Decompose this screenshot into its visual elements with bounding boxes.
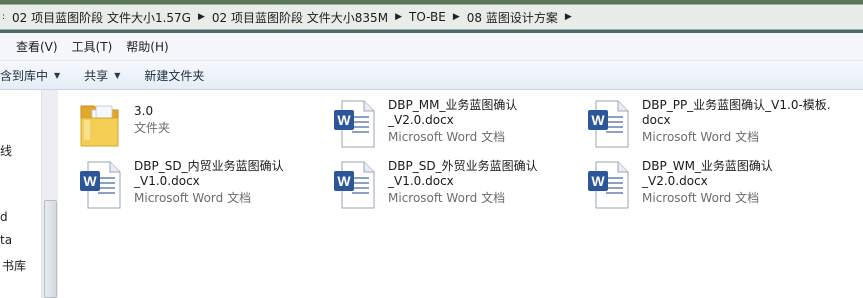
- menu-bar: 查看(V) 工具(T) 帮助(H): [0, 33, 863, 61]
- breadcrumb-item[interactable]: 02 项目蓝图阶段 文件大小1.57G: [9, 9, 194, 26]
- folder-item[interactable]: 3.0 文件夹: [78, 98, 318, 156]
- scrollbar-thumb[interactable]: [44, 200, 57, 298]
- file-item[interactable]: W DBP_MM_业务蓝图确认 _V2.0.docx Microsoft Wor…: [332, 98, 572, 156]
- nav-item[interactable]: 线: [0, 142, 12, 159]
- nav-item[interactable]: d: [0, 210, 8, 224]
- navigation-pane: 线 d ta 书库: [0, 90, 58, 298]
- chevron-right-icon[interactable]: ▶: [194, 12, 209, 22]
- share-button[interactable]: 共享 ▼: [72, 67, 132, 84]
- nav-item-library[interactable]: 书库: [2, 257, 26, 274]
- nav-item[interactable]: ta: [0, 233, 12, 247]
- file-type: Microsoft Word 文档: [642, 191, 760, 205]
- chevron-down-icon: ▼: [54, 70, 61, 80]
- breadcrumb-item[interactable]: 02 项目蓝图阶段 文件大小835M: [209, 9, 391, 26]
- file-name: DBP_WM_业务蓝图确认 _V2.0.docx: [642, 159, 773, 188]
- svg-text:W: W: [591, 173, 605, 189]
- chevron-right-icon[interactable]: ▶: [391, 12, 406, 22]
- share-label: 共享: [84, 68, 109, 83]
- file-type: 文件夹: [134, 121, 171, 135]
- include-in-library-button[interactable]: 含到库中 ▼: [0, 67, 72, 84]
- file-name: DBP_SD_内贸业务蓝图确认 _V1.0.docx: [134, 159, 284, 188]
- breadcrumb-item[interactable]: 08 蓝图设计方案: [464, 9, 561, 26]
- svg-text:W: W: [591, 112, 605, 128]
- breadcrumb-item[interactable]: TO-BE: [406, 10, 449, 24]
- folder-icon: [78, 98, 126, 150]
- file-name: DBP_MM_业务蓝图确认 _V2.0.docx: [388, 98, 518, 127]
- file-type: Microsoft Word 文档: [388, 130, 506, 144]
- word-document-icon: W: [78, 159, 126, 211]
- file-name: DBP_SD_外贸业务蓝图确认 _V1.0.docx: [388, 159, 538, 188]
- vertical-scrollbar[interactable]: [41, 90, 58, 298]
- word-document-icon: W: [586, 159, 634, 211]
- address-bar: : 02 项目蓝图阶段 文件大小1.57G ▶ 02 项目蓝图阶段 文件大小83…: [0, 0, 863, 33]
- menu-help[interactable]: 帮助(H): [119, 38, 175, 55]
- file-item[interactable]: W DBP_PP_业务蓝图确认_V1.0-模板. docx Microsoft …: [586, 98, 831, 156]
- svg-text:W: W: [83, 173, 97, 189]
- word-document-icon: W: [332, 98, 380, 150]
- word-document-icon: W: [586, 98, 634, 150]
- file-item[interactable]: W DBP_SD_外贸业务蓝图确认 _V1.0.docx Microsoft W…: [332, 159, 572, 217]
- chevron-right-icon[interactable]: ▶: [449, 12, 464, 22]
- svg-text:W: W: [337, 173, 351, 189]
- menu-view[interactable]: 查看(V): [0, 38, 65, 55]
- chevron-down-icon: ▼: [114, 70, 121, 80]
- command-toolbar: 含到库中 ▼ 共享 ▼ 新建文件夹: [0, 61, 863, 90]
- file-name: DBP_PP_业务蓝图确认_V1.0-模板. docx: [642, 98, 831, 127]
- chevron-right-icon[interactable]: :: [0, 12, 9, 22]
- new-folder-label: 新建文件夹: [144, 68, 205, 83]
- file-item[interactable]: W DBP_WM_业务蓝图确认 _V2.0.docx Microsoft Wor…: [586, 159, 826, 217]
- include-in-library-label: 含到库中: [0, 68, 49, 83]
- file-type: Microsoft Word 文档: [388, 191, 506, 205]
- svg-text:W: W: [337, 112, 351, 128]
- new-folder-button[interactable]: 新建文件夹: [132, 67, 216, 84]
- file-type: Microsoft Word 文档: [642, 130, 760, 144]
- breadcrumb[interactable]: : 02 项目蓝图阶段 文件大小1.57G ▶ 02 项目蓝图阶段 文件大小83…: [0, 4, 863, 30]
- file-name: 3.0: [134, 104, 154, 118]
- word-document-icon: W: [332, 159, 380, 211]
- menu-tools[interactable]: 工具(T): [65, 38, 120, 55]
- file-list: 3.0 文件夹 W DBP_MM_业务蓝图确认 _V2.0.docx Micro…: [58, 90, 863, 298]
- file-type: Microsoft Word 文档: [134, 191, 252, 205]
- chevron-right-icon[interactable]: ▶: [561, 12, 576, 22]
- file-item[interactable]: W DBP_SD_内贸业务蓝图确认 _V1.0.docx Microsoft W…: [78, 159, 318, 217]
